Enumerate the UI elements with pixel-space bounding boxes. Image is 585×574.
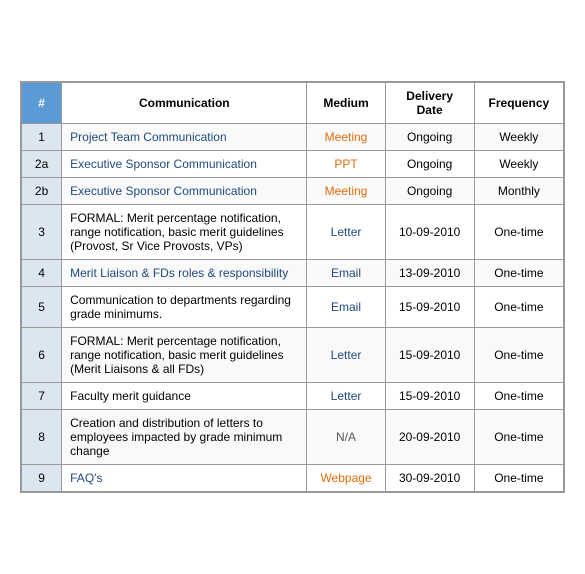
table-row-num: 9 (22, 465, 62, 492)
table-row-communication: FORMAL: Merit percentage notification, r… (62, 328, 307, 383)
table-row-medium: Meeting (307, 178, 385, 205)
table-row-date: 10-09-2010 (385, 205, 474, 260)
table-row-medium: N/A (307, 410, 385, 465)
table-row-communication: Creation and distribution of letters to … (62, 410, 307, 465)
table-row-medium: Meeting (307, 124, 385, 151)
table-row-num: 3 (22, 205, 62, 260)
table-row-medium: PPT (307, 151, 385, 178)
table-row-frequency: Weekly (474, 151, 563, 178)
table-row-communication: Faculty merit guidance (62, 383, 307, 410)
table-row-num: 2a (22, 151, 62, 178)
table-row-date: 15-09-2010 (385, 287, 474, 328)
table-row-frequency: One-time (474, 205, 563, 260)
table-row-frequency: One-time (474, 328, 563, 383)
col-header-medium: Medium (307, 83, 385, 124)
table-row-medium: Letter (307, 205, 385, 260)
table-row-communication: Communication to departments regarding g… (62, 287, 307, 328)
col-header-frequency: Frequency (474, 83, 563, 124)
table-row-num: 2b (22, 178, 62, 205)
table-row-date: 15-09-2010 (385, 328, 474, 383)
table-row-date: Ongoing (385, 151, 474, 178)
table-row-date: 20-09-2010 (385, 410, 474, 465)
table-row-medium: Letter (307, 328, 385, 383)
table-row-communication: FORMAL: Merit percentage notification, r… (62, 205, 307, 260)
table-row-communication: Executive Sponsor Communication (62, 178, 307, 205)
table-row-date: 15-09-2010 (385, 383, 474, 410)
table-row-communication: Executive Sponsor Communication (62, 151, 307, 178)
table-row-num: 7 (22, 383, 62, 410)
table-row-communication: Project Team Communication (62, 124, 307, 151)
table-row-num: 1 (22, 124, 62, 151)
table-row-communication: Merit Liaison & FDs roles & responsibili… (62, 260, 307, 287)
table-row-frequency: One-time (474, 410, 563, 465)
table-row-num: 6 (22, 328, 62, 383)
table-row-num: 5 (22, 287, 62, 328)
table-row-date: 30-09-2010 (385, 465, 474, 492)
table-row-medium: Email (307, 287, 385, 328)
table-row-frequency: Monthly (474, 178, 563, 205)
col-header-delivery-date: Delivery Date (385, 83, 474, 124)
table-row-medium: Webpage (307, 465, 385, 492)
table-row-date: Ongoing (385, 124, 474, 151)
table-row-num: 8 (22, 410, 62, 465)
col-header-communication: Communication (62, 83, 307, 124)
table-row-medium: Letter (307, 383, 385, 410)
table-row-num: 4 (22, 260, 62, 287)
table-row-date: 13-09-2010 (385, 260, 474, 287)
col-header-hash: # (22, 83, 62, 124)
table-row-communication: FAQ's (62, 465, 307, 492)
table-row-frequency: Weekly (474, 124, 563, 151)
communication-plan-table: # Communication Medium Delivery Date Fre… (20, 81, 565, 493)
table-row-frequency: One-time (474, 287, 563, 328)
table-row-frequency: One-time (474, 383, 563, 410)
table-row-date: Ongoing (385, 178, 474, 205)
table-row-medium: Email (307, 260, 385, 287)
table-row-frequency: One-time (474, 465, 563, 492)
table-row-frequency: One-time (474, 260, 563, 287)
